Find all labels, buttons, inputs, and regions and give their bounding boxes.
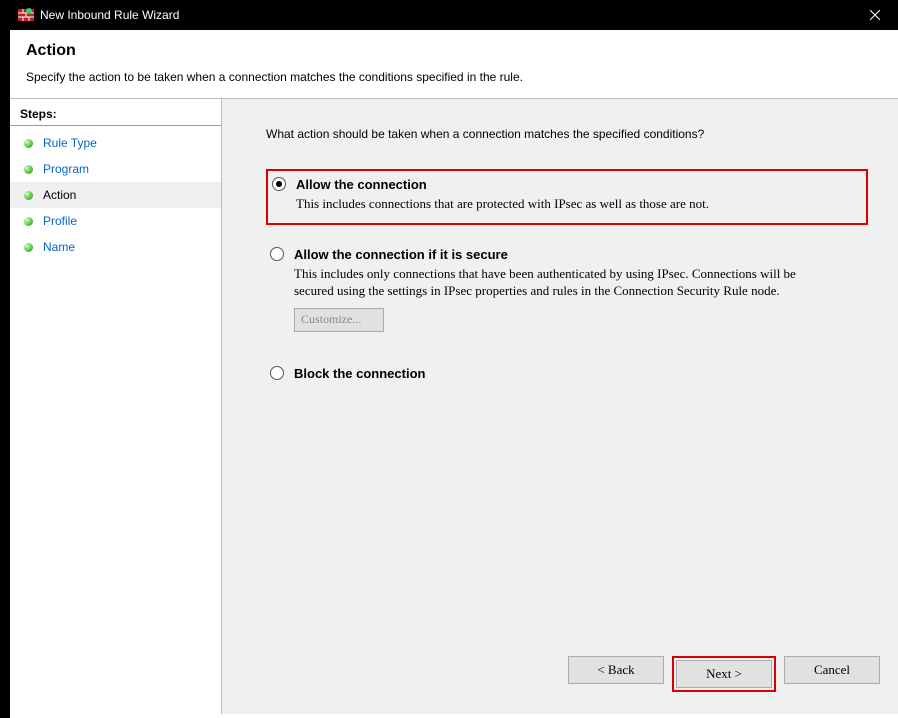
option-title: Allow the connection	[296, 177, 858, 192]
step-label: Name	[43, 240, 75, 254]
firewall-icon	[18, 7, 34, 23]
option-allow-connection[interactable]: Allow the connection This includes conne…	[266, 169, 868, 225]
step-name[interactable]: Name	[10, 234, 221, 260]
option-description: This includes connections that are prote…	[296, 196, 836, 213]
step-bullet-icon	[24, 165, 33, 174]
step-label: Profile	[43, 214, 77, 228]
action-options: Allow the connection This includes conne…	[266, 169, 868, 395]
next-button-highlight: Next >	[672, 656, 776, 692]
wizard-window: New Inbound Rule Wizard Action Specify t…	[10, 0, 898, 718]
customize-button: Customize...	[294, 308, 384, 332]
cancel-button[interactable]: Cancel	[784, 656, 880, 684]
step-label: Program	[43, 162, 89, 176]
back-button-wrap: < Back	[568, 656, 664, 692]
radio-allow[interactable]	[272, 177, 286, 191]
window-left-edge	[0, 30, 10, 718]
step-profile[interactable]: Profile	[10, 208, 221, 234]
page-title: Action	[26, 42, 882, 60]
step-bullet-icon	[24, 191, 33, 200]
radio-allow-secure[interactable]	[270, 247, 284, 261]
cancel-button-wrap: Cancel	[784, 656, 880, 692]
step-label: Action	[43, 188, 76, 202]
wizard-content: What action should be taken when a conne…	[222, 99, 898, 714]
step-bullet-icon	[24, 139, 33, 148]
wizard-body: Steps: Rule Type Program Action Profile	[10, 99, 898, 714]
step-bullet-icon	[24, 217, 33, 226]
wizard-banner: Action Specify the action to be taken wh…	[10, 30, 898, 99]
back-button[interactable]: < Back	[568, 656, 664, 684]
steps-header: Steps:	[10, 105, 221, 126]
step-program[interactable]: Program	[10, 156, 221, 182]
option-block-connection[interactable]: Block the connection	[266, 360, 868, 395]
content-prompt: What action should be taken when a conne…	[266, 127, 868, 141]
wizard-footer: < Back Next > Cancel	[568, 656, 880, 692]
close-button[interactable]	[852, 0, 898, 30]
steps-list: Rule Type Program Action Profile Name	[10, 130, 221, 260]
steps-sidebar: Steps: Rule Type Program Action Profile	[10, 99, 222, 714]
step-label: Rule Type	[43, 136, 97, 150]
option-title: Block the connection	[294, 366, 858, 381]
step-rule-type[interactable]: Rule Type	[10, 130, 221, 156]
option-title: Allow the connection if it is secure	[294, 247, 858, 262]
step-action[interactable]: Action	[10, 182, 221, 208]
next-button[interactable]: Next >	[676, 660, 772, 688]
option-allow-if-secure[interactable]: Allow the connection if it is secure Thi…	[266, 241, 868, 342]
titlebar[interactable]: New Inbound Rule Wizard	[10, 0, 898, 30]
option-description: This includes only connections that have…	[294, 266, 834, 300]
page-subtitle: Specify the action to be taken when a co…	[26, 70, 882, 84]
window-title: New Inbound Rule Wizard	[40, 8, 179, 22]
step-bullet-icon	[24, 243, 33, 252]
radio-block[interactable]	[270, 366, 284, 380]
close-icon	[870, 10, 880, 20]
